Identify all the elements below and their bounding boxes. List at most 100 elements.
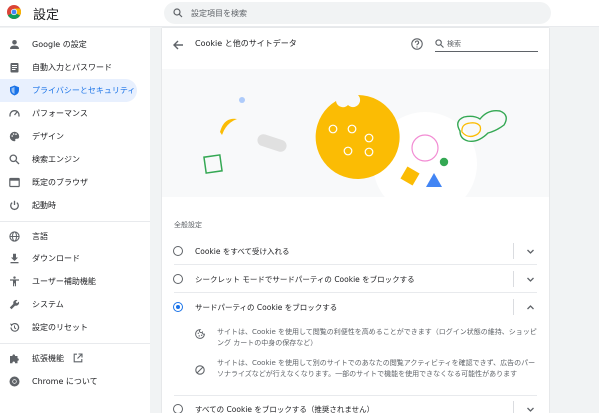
option-block-all-cookies[interactable]: すべての Cookie をブロックする（推奨されません） <box>162 396 549 413</box>
reset-icon <box>9 322 20 333</box>
sidebar-divider <box>0 221 150 222</box>
chevron-down-icon[interactable] <box>526 247 535 256</box>
cookie-crumb-shape <box>220 118 237 135</box>
cookie-shape <box>315 95 400 179</box>
chevron-up-icon[interactable] <box>526 303 535 312</box>
person-icon <box>9 39 20 50</box>
cookie-illustration <box>162 69 549 216</box>
puzzle-icon <box>9 353 20 364</box>
sidebar-item-label: 拡張機能 <box>32 354 64 363</box>
radio-button[interactable] <box>173 246 183 256</box>
chrome-logo <box>7 5 21 19</box>
back-arrow-icon[interactable] <box>171 38 185 52</box>
sidebar-item-about[interactable]: Chrome について <box>0 370 137 393</box>
option-block-third-party[interactable]: サードパーティの Cookie をブロックする <box>162 294 549 320</box>
sidebar-item-label: Chrome について <box>32 377 98 386</box>
green-dot-shape <box>439 157 449 167</box>
panel-header: Cookie と他のサイトデータ <box>162 28 549 62</box>
sidebar-item-label: 自動入力とパスワード <box>32 63 112 72</box>
illustration-svg <box>203 95 507 216</box>
panel-search[interactable] <box>435 36 538 52</box>
sidebar-item-label: 検索エンジン <box>32 155 80 164</box>
sidebar-item-performance[interactable]: パフォーマンス <box>0 102 137 125</box>
chrome-icon <box>9 376 20 387</box>
accessibility-icon <box>9 276 20 287</box>
cookies-panel: Cookie と他のサイトデータ 全般 <box>162 28 549 413</box>
wrench-icon <box>9 299 20 310</box>
row-divider <box>174 292 537 293</box>
detail-text: サイトは、Cookie を使用して閲覧の利便性を高めることができます（ログイン状… <box>217 328 537 347</box>
block-icon <box>195 365 205 375</box>
settings-search[interactable] <box>164 2 551 24</box>
download-icon <box>9 253 20 264</box>
radio-button[interactable] <box>173 404 183 413</box>
sidebar-item-accessibility[interactable]: ユーザー補助機能 <box>0 270 137 293</box>
sidebar-item-extensions[interactable]: 拡張機能 <box>0 347 137 370</box>
search-icon <box>435 39 444 48</box>
section-label: 全般設定 <box>174 221 202 229</box>
sidebar-item-label: 設定のリセット <box>32 323 88 332</box>
palette-icon <box>9 131 20 142</box>
green-square-shape <box>203 154 223 174</box>
option-divider <box>513 243 514 259</box>
radio-button-checked[interactable] <box>173 302 183 312</box>
option-allow-all-cookies[interactable]: Cookie をすべて受け入れる <box>162 238 549 264</box>
grey-pill-shape <box>257 134 287 152</box>
sidebar-item-languages[interactable]: 言語 <box>0 225 137 248</box>
sidebar-item-label: パフォーマンス <box>32 109 88 118</box>
browser-icon <box>9 177 20 188</box>
sidebar: Google の設定 自動入力とパスワード プライバシーとセキュリティ パフォー… <box>0 28 150 413</box>
cookie-icon <box>195 329 205 339</box>
top-bar: 設定 <box>0 0 599 27</box>
sidebar-item-label: デザイン <box>32 132 64 141</box>
panel-title: Cookie と他のサイトデータ <box>195 39 297 48</box>
detail-blocked: サイトは、Cookie を使用して別のサイトでのあなたの閲覧アクティビティを確認… <box>195 358 535 392</box>
search-input[interactable] <box>191 2 531 24</box>
sidebar-divider <box>0 343 150 344</box>
speedometer-icon <box>9 108 20 119</box>
power-icon <box>9 200 20 211</box>
option-label: すべての Cookie をブロックする（推奨されません） <box>195 405 375 413</box>
globe-icon <box>9 231 20 242</box>
sidebar-item-label: 言語 <box>32 232 48 241</box>
detail-allowed: サイトは、Cookie を使用して閲覧の利便性を高めることができます（ログイン状… <box>195 327 537 351</box>
sidebar-item-label: プライバシーとセキュリティ <box>32 86 136 95</box>
chevron-down-icon[interactable] <box>526 405 535 413</box>
external-link-icon <box>73 353 83 363</box>
clipboard-icon <box>9 62 20 73</box>
dot-shape <box>239 97 245 103</box>
option-label: シークレット モードでサードパーティの Cookie をブロックする <box>195 275 415 284</box>
sidebar-item-label: ユーザー補助機能 <box>32 277 96 286</box>
chevron-down-icon[interactable] <box>526 275 535 284</box>
sidebar-item-label: システム <box>32 300 64 309</box>
panel-search-input[interactable] <box>447 37 535 50</box>
sidebar-item-label: ダウンロード <box>32 254 80 263</box>
sidebar-item-downloads[interactable]: ダウンロード <box>0 247 137 270</box>
option-divider <box>513 401 514 413</box>
sidebar-item-on-startup[interactable]: 起動時 <box>0 194 137 217</box>
sidebar-item-search-engine[interactable]: 検索エンジン <box>0 148 137 171</box>
sidebar-item-default-browser[interactable]: 既定のブラウザ <box>0 171 137 194</box>
option-divider <box>513 271 514 287</box>
radio-button[interactable] <box>173 274 183 284</box>
sidebar-item-label: 既定のブラウザ <box>32 178 88 187</box>
sidebar-item-privacy[interactable]: プライバシーとセキュリティ <box>0 79 137 102</box>
option-label: Cookie をすべて受け入れる <box>195 247 290 256</box>
sidebar-item-label: 起動時 <box>32 201 56 210</box>
shield-icon <box>9 85 20 96</box>
option-block-third-party-incognito[interactable]: シークレット モードでサードパーティの Cookie をブロックする <box>162 266 549 292</box>
row-divider <box>174 264 537 265</box>
help-icon[interactable] <box>411 38 423 50</box>
option-divider <box>513 299 514 315</box>
sidebar-item-appearance[interactable]: デザイン <box>0 125 137 148</box>
sidebar-item-label: Google の設定 <box>32 40 87 49</box>
option-label: サードパーティの Cookie をブロックする <box>195 303 338 312</box>
app-title: 設定 <box>33 8 60 23</box>
search-icon <box>9 154 20 165</box>
detail-text: サイトは、Cookie を使用して別のサイトでのあなたの閲覧アクティビティを確認… <box>217 359 536 378</box>
sidebar-item-google[interactable]: Google の設定 <box>0 33 137 56</box>
sidebar-item-autofill[interactable]: 自動入力とパスワード <box>0 56 137 79</box>
sidebar-item-system[interactable]: システム <box>0 293 137 316</box>
sidebar-item-reset[interactable]: 設定のリセット <box>0 316 137 339</box>
search-icon <box>173 8 183 18</box>
